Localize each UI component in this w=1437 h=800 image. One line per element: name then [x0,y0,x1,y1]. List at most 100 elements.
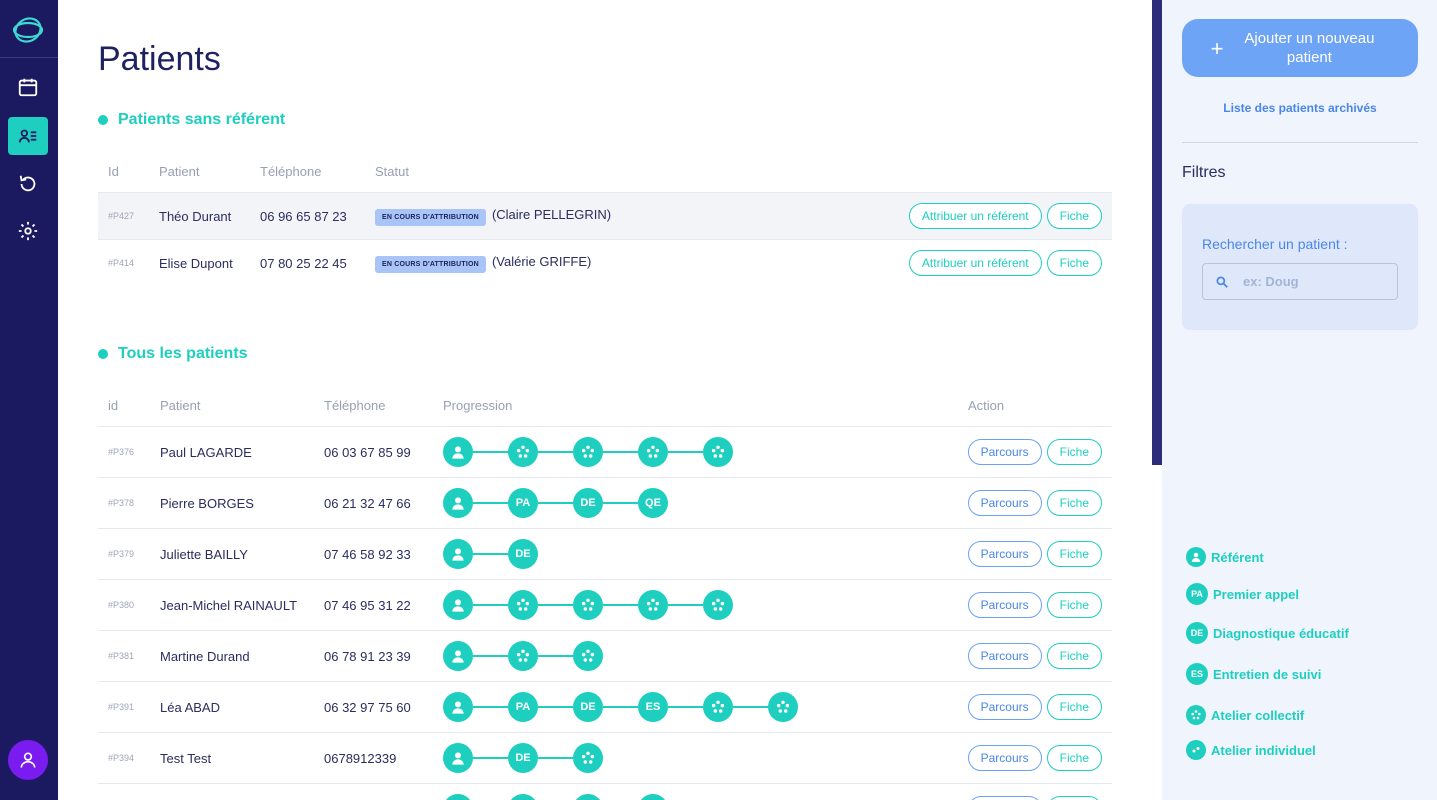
table-row[interactable]: Parcours Fiche [98,783,1112,800]
progress-link [473,553,508,555]
table-row[interactable]: #P414 Elise Dupont 07 80 25 22 45 EN COURS … [98,239,1112,286]
progress-step-group-workshop[interactable] [573,437,603,467]
course-button[interactable]: Parcours [967,439,1042,465]
header-patient: Patient [160,397,201,413]
progress-step-referent[interactable] [443,488,473,518]
course-button[interactable]: Parcours [967,694,1042,720]
step-code: ES [645,701,661,713]
legend-item-referent: Référent [1186,547,1264,567]
nav-calendar[interactable] [8,68,48,106]
sheet-button[interactable]: Fiche [1046,745,1102,771]
progress-step-first-call[interactable]: PA [508,692,538,722]
archived-patients-link[interactable]: Liste des patients archivés [1182,101,1418,115]
sheet-button[interactable]: Fiche [1046,439,1102,465]
table-row[interactable]: #P394 Test Test 0678912339 DE Parcours Fiche [98,732,1112,783]
patient-name: Juliette BAILLY [160,546,248,562]
progress-step-referent[interactable] [443,794,473,800]
progress-step-questionnaire[interactable]: QE [638,488,668,518]
progress-step-follow-up[interactable]: ES [638,692,668,722]
group-workshop-icon [581,445,595,458]
assign-referent-button[interactable]: Attribuer un référent [908,250,1042,276]
progress-step-group-workshop[interactable] [508,590,538,620]
table-row[interactable]: #P379 Juliette BAILLY 07 46 58 92 33 DE Parc… [98,528,1112,579]
progress-cell: DE [433,743,958,773]
progress-step-referent[interactable] [573,794,603,800]
progress-step-group-workshop[interactable] [638,590,668,620]
table-header: Id Patient Téléphone Statut [98,150,1112,192]
progress-step-group-workshop[interactable] [573,743,603,773]
group-workshop-icon [516,445,530,458]
nav-settings[interactable] [8,212,48,250]
group-workshop-icon [776,700,790,713]
progress-cell: DE [433,539,958,569]
table-row[interactable]: #P381 Martine Durand 06 78 91 23 39 Parcour… [98,630,1112,681]
table-row[interactable]: #P378 Pierre BORGES 06 21 32 47 66 PA DE QE Pa… [98,477,1112,528]
sheet-button[interactable]: Fiche [1046,592,1102,618]
progress-step-group-workshop[interactable] [573,590,603,620]
course-button[interactable]: Parcours [967,745,1042,771]
progress-link [538,451,573,453]
progress-step-educational-diagnosis[interactable]: DE [573,692,603,722]
nav-patients[interactable] [8,117,48,155]
progress-link [733,706,768,708]
sheet-button[interactable]: Fiche [1046,643,1102,669]
progress-step-educational-diagnosis[interactable]: DE [573,488,603,518]
search-field[interactable] [1202,263,1398,300]
table-header: id Patient Téléphone Progression Action [98,384,1112,426]
progress-step-educational-diagnosis[interactable]: DE [508,539,538,569]
progress-step-referent[interactable] [443,641,473,671]
progress-step-group-workshop[interactable] [703,590,733,620]
sheet-button[interactable]: Fiche [1046,796,1102,800]
patient-phone: 06 21 32 47 66 [324,495,411,511]
progress-step-referent[interactable] [638,794,668,800]
table-row[interactable]: #P380 Jean-Michel RAINAULT 07 46 95 31 22 P… [98,579,1112,630]
progress-step-group-workshop[interactable] [573,641,603,671]
table-row[interactable]: #P427 Théo Durant 06 96 65 87 23 EN COURS D… [98,192,1112,239]
progress-link [668,604,703,606]
sheet-button[interactable]: Fiche [1046,490,1102,516]
course-button[interactable]: Parcours [967,541,1042,567]
sheet-button[interactable]: Fiche [1046,694,1102,720]
refresh-icon [19,175,36,192]
progress-step-group-workshop[interactable] [508,437,538,467]
search-input[interactable] [1243,274,1383,289]
add-patient-button[interactable]: + Ajouter un nouveau patient [1182,19,1418,77]
progress-step-group-workshop[interactable] [703,437,733,467]
progress-step-referent[interactable] [443,437,473,467]
user-icon [452,650,464,663]
progress-step-referent[interactable] [508,794,538,800]
app-logo-icon[interactable] [10,12,46,48]
nav-refresh[interactable] [8,165,48,203]
sheet-button[interactable]: Fiche [1046,203,1102,229]
patient-phone: 07 46 58 92 33 [324,546,411,562]
user-avatar-button[interactable] [8,740,48,780]
progress-step-group-workshop[interactable] [703,692,733,722]
table-row[interactable]: #P391 Léa ABAD 06 32 97 75 60 PA DE ES Parcour… [98,681,1112,732]
progress-step-referent[interactable] [443,539,473,569]
progress-step-referent[interactable] [443,743,473,773]
scrollbar[interactable] [1152,0,1162,465]
step-code: DE [515,548,531,560]
header-status: Statut [375,163,409,179]
progress-step-group-workshop[interactable] [508,641,538,671]
row-actions: ParcoursFiche [963,592,1112,618]
progress-step-first-call[interactable]: PA [508,488,538,518]
course-button[interactable]: Parcours [967,592,1042,618]
progress-step-educational-diagnosis[interactable]: DE [508,743,538,773]
header-id: id [108,397,119,413]
progress-step-referent[interactable] [443,590,473,620]
group-workshop-icon [1191,710,1201,720]
progress-step-group-workshop[interactable] [638,437,668,467]
assign-referent-button[interactable]: Attribuer un référent [908,203,1042,229]
header-patient: Patient [159,163,200,179]
sheet-button[interactable]: Fiche [1046,250,1102,276]
progress-step-referent[interactable] [443,692,473,722]
table-row[interactable]: #P376 Paul LAGARDE 06 03 67 85 99 Parcours F… [98,426,1112,477]
course-button[interactable]: Parcours [967,490,1042,516]
sheet-button[interactable]: Fiche [1046,541,1102,567]
section-title-text: Patients sans référent [118,111,286,128]
progress-step-group-workshop[interactable] [768,692,798,722]
course-button[interactable]: Parcours [967,643,1042,669]
course-button[interactable]: Parcours [967,796,1042,800]
status-badge: EN COURS D'ATTRIBUTION [375,208,486,226]
